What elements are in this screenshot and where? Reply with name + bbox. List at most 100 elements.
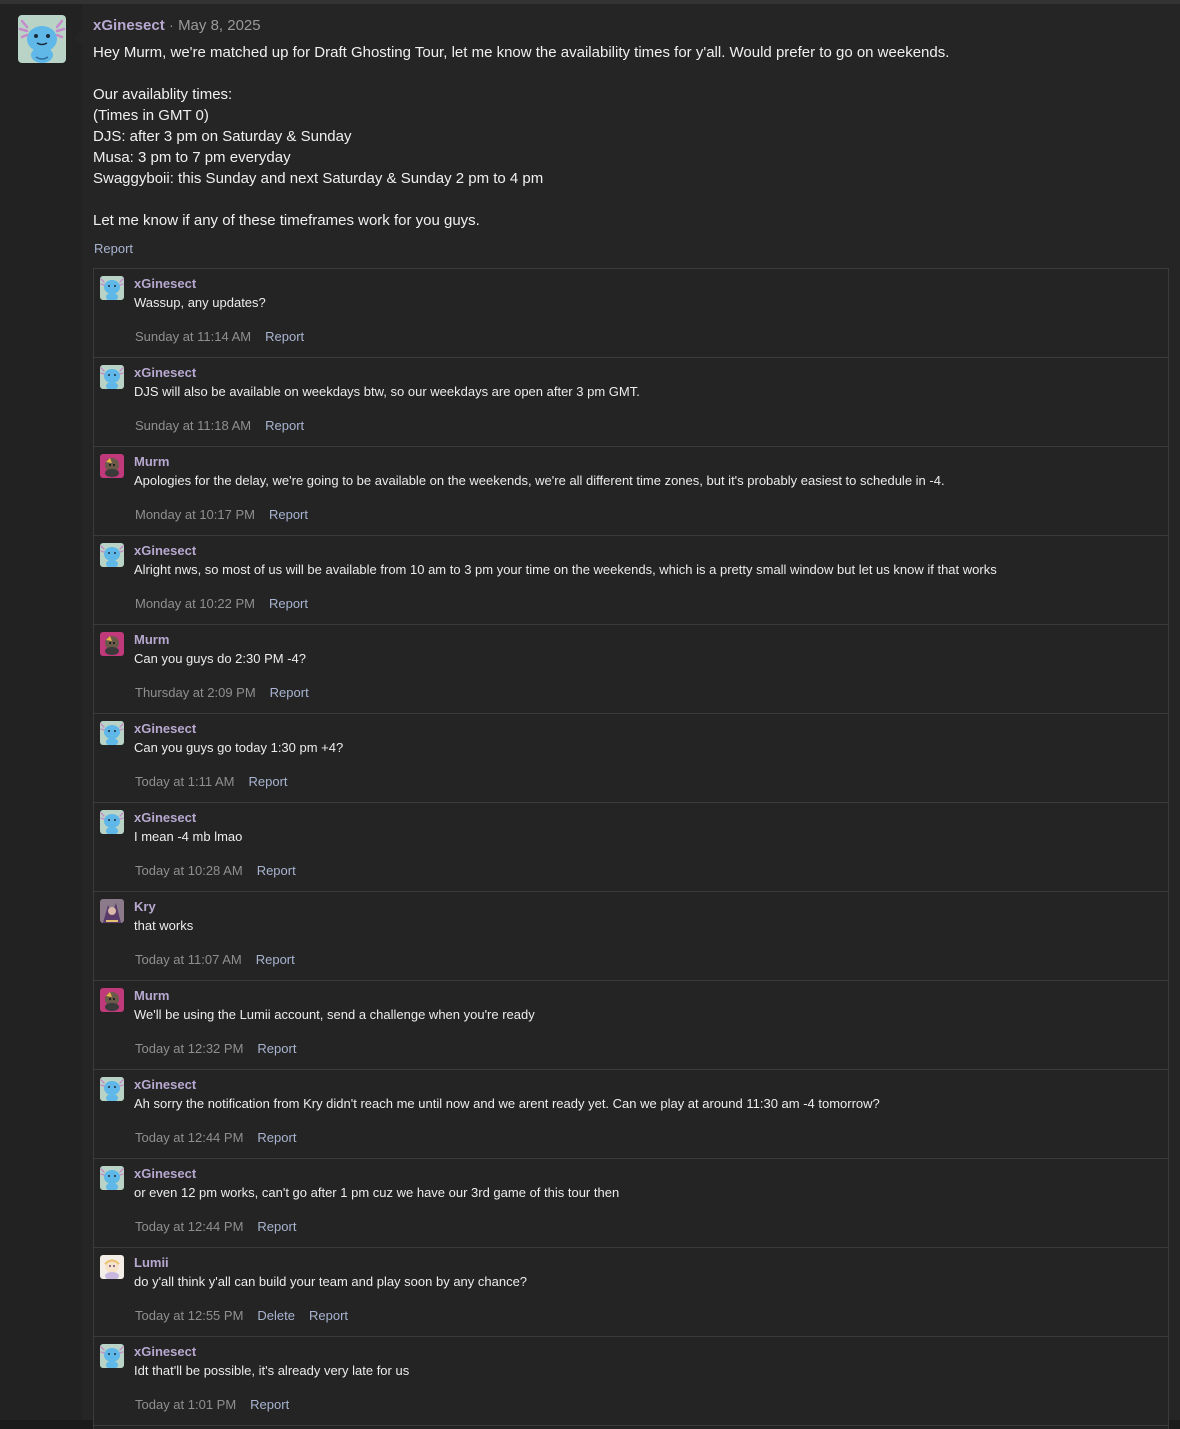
comment-author[interactable]: xGinesect bbox=[134, 276, 196, 292]
comment-text: Can you guys do 2:30 PM -4? bbox=[134, 651, 306, 666]
comment-report-link[interactable]: Report bbox=[257, 1130, 296, 1145]
comment-report-link[interactable]: Report bbox=[250, 1397, 289, 1412]
comment-timestamp[interactable]: Monday at 10:22 PM bbox=[135, 596, 255, 611]
comment-avatar[interactable] bbox=[100, 365, 124, 389]
comment-report-link[interactable]: Report bbox=[257, 1041, 296, 1056]
comment-text: do y'all think y'all can build your team… bbox=[134, 1274, 528, 1289]
comment-text: Idt that'll be possible, it's already ve… bbox=[134, 1363, 410, 1378]
murm-avatar-icon bbox=[100, 988, 124, 1012]
wooper-avatar-icon bbox=[100, 1077, 124, 1101]
comment-timestamp[interactable]: Sunday at 11:14 AM bbox=[135, 329, 251, 344]
comment-item: xGinesect Idt that'll be possible, it's a… bbox=[94, 1337, 1168, 1426]
comment-avatar[interactable] bbox=[100, 721, 124, 745]
comment-item: xGinesect I mean -4 mb lmao Today at 10:28… bbox=[94, 803, 1168, 892]
post-author-name[interactable]: xGinesect bbox=[93, 17, 165, 34]
comment-timestamp[interactable]: Thursday at 2:09 PM bbox=[135, 685, 256, 700]
comment-meta: Monday at 10:22 PM Report bbox=[135, 596, 322, 612]
comment-avatar[interactable] bbox=[100, 276, 124, 300]
comment-author[interactable]: Murm bbox=[134, 454, 169, 470]
comment-avatar[interactable] bbox=[100, 543, 124, 567]
comment-avatar[interactable] bbox=[100, 899, 124, 923]
comment-avatar[interactable] bbox=[100, 810, 124, 834]
comment-avatar[interactable] bbox=[100, 632, 124, 656]
comment-timestamp[interactable]: Today at 12:44 PM bbox=[135, 1219, 243, 1234]
comment-avatar[interactable] bbox=[100, 1255, 124, 1279]
comment-report-link[interactable]: Report bbox=[257, 863, 296, 878]
post-body-line bbox=[93, 63, 1163, 84]
comment-text: Alright nws, so most of us will be avail… bbox=[134, 562, 997, 577]
comment-meta: Today at 1:11 AM Report bbox=[135, 774, 302, 790]
comment-report-link[interactable]: Report bbox=[257, 1219, 296, 1234]
comment-author[interactable]: xGinesect bbox=[134, 1077, 196, 1093]
wooper-avatar-icon bbox=[100, 1344, 124, 1368]
post-header: xGinesect · May 8, 2025 bbox=[93, 17, 261, 35]
comment-avatar[interactable] bbox=[100, 1344, 124, 1368]
comment-item: Murm Apologies for the delay, we're going… bbox=[94, 447, 1168, 536]
post-author-column bbox=[0, 4, 83, 1420]
comment-text: or even 12 pm works, can't go after 1 pm… bbox=[134, 1185, 620, 1200]
comment-text: Wassup, any updates? bbox=[134, 295, 266, 310]
comment-author[interactable]: xGinesect bbox=[134, 365, 196, 381]
wooper-avatar-icon bbox=[100, 276, 124, 300]
post-date[interactable]: May 8, 2025 bbox=[178, 17, 261, 34]
comment-author[interactable]: xGinesect bbox=[134, 1166, 196, 1182]
comment-author[interactable]: Lumii bbox=[134, 1255, 169, 1271]
comment-meta: Today at 12:44 PM Report bbox=[135, 1219, 310, 1235]
post-body-line: Let me know if any of these timeframes w… bbox=[93, 212, 480, 229]
comment-timestamp[interactable]: Sunday at 11:18 AM bbox=[135, 418, 251, 433]
comment-delete-link[interactable]: Delete bbox=[257, 1308, 295, 1323]
comment-timestamp[interactable]: Today at 12:32 PM bbox=[135, 1041, 243, 1056]
comment-author[interactable]: Murm bbox=[134, 632, 169, 648]
comment-report-link[interactable]: Report bbox=[265, 329, 304, 344]
comment-timestamp[interactable]: Today at 11:07 AM bbox=[135, 952, 242, 967]
murm-avatar-icon bbox=[100, 454, 124, 478]
comment-report-link[interactable]: Report bbox=[309, 1308, 348, 1323]
comment-avatar[interactable] bbox=[100, 454, 124, 478]
wooper-avatar-icon bbox=[100, 543, 124, 567]
post-body-line: Our availablity times: bbox=[93, 86, 233, 103]
post-body-line: Swaggyboii: this Sunday and next Saturda… bbox=[93, 170, 544, 187]
comment-timestamp[interactable]: Today at 12:55 PM bbox=[135, 1308, 243, 1323]
wooper-avatar-icon bbox=[100, 810, 124, 834]
comment-text: DJS will also be available on weekdays b… bbox=[134, 384, 640, 399]
comment-timestamp[interactable]: Monday at 10:17 PM bbox=[135, 507, 255, 522]
comment-item: xGinesect Wassup, any updates? Sunday at 1… bbox=[94, 269, 1168, 358]
comment-list: xGinesect Wassup, any updates? Sunday at 1… bbox=[93, 268, 1169, 1429]
comment-report-link[interactable]: Report bbox=[256, 952, 295, 967]
comment-timestamp[interactable]: Today at 12:44 PM bbox=[135, 1130, 243, 1145]
comment-timestamp[interactable]: Today at 10:28 AM bbox=[135, 863, 243, 878]
comment-text: Apologies for the delay, we're going to … bbox=[134, 473, 945, 488]
wooper-icon bbox=[18, 15, 66, 63]
comment-author[interactable]: Kry bbox=[134, 899, 156, 915]
comment-report-link[interactable]: Report bbox=[265, 418, 304, 433]
comment-report-link[interactable]: Report bbox=[269, 596, 308, 611]
comment-item: xGinesect Can you guys go today 1:30 pm +… bbox=[94, 714, 1168, 803]
comment-avatar[interactable] bbox=[100, 1166, 124, 1190]
post-report-link[interactable]: Report bbox=[94, 241, 133, 256]
comment-report-link[interactable]: Report bbox=[270, 685, 309, 700]
comment-timestamp[interactable]: Today at 1:11 AM bbox=[135, 774, 235, 789]
post-author-avatar[interactable] bbox=[18, 15, 66, 63]
comment-report-link[interactable]: Report bbox=[249, 774, 288, 789]
comment-text: I mean -4 mb lmao bbox=[134, 829, 243, 844]
wooper-avatar-icon bbox=[100, 365, 124, 389]
comment-text: Can you guys go today 1:30 pm +4? bbox=[134, 740, 344, 755]
comment-report-link[interactable]: Report bbox=[269, 507, 308, 522]
comment-avatar[interactable] bbox=[100, 988, 124, 1012]
comment-author[interactable]: Murm bbox=[134, 988, 169, 1004]
comment-meta: Today at 1:01 PM Report bbox=[135, 1397, 303, 1413]
post-body-line: Hey Murm, we're matched up for Draft Gho… bbox=[93, 44, 950, 61]
comment-avatar[interactable] bbox=[100, 1077, 124, 1101]
post-body-line: Musa: 3 pm to 7 pm everyday bbox=[93, 149, 291, 166]
comment-author[interactable]: xGinesect bbox=[134, 543, 196, 559]
murm-avatar-icon bbox=[100, 632, 124, 656]
comment-item: xGinesect Alright nws, so most of us will… bbox=[94, 536, 1168, 625]
comment-author[interactable]: xGinesect bbox=[134, 721, 196, 737]
comment-text: We'll be using the Lumii account, send a… bbox=[134, 1007, 535, 1022]
comment-author[interactable]: xGinesect bbox=[134, 810, 196, 826]
comment-text: that works bbox=[134, 918, 194, 933]
comment-timestamp[interactable]: Today at 1:01 PM bbox=[135, 1397, 236, 1412]
lumii-avatar-icon bbox=[100, 1255, 124, 1279]
comment-author[interactable]: xGinesect bbox=[134, 1344, 196, 1360]
comment-text: Ah sorry the notification from Kry didn'… bbox=[134, 1096, 880, 1111]
